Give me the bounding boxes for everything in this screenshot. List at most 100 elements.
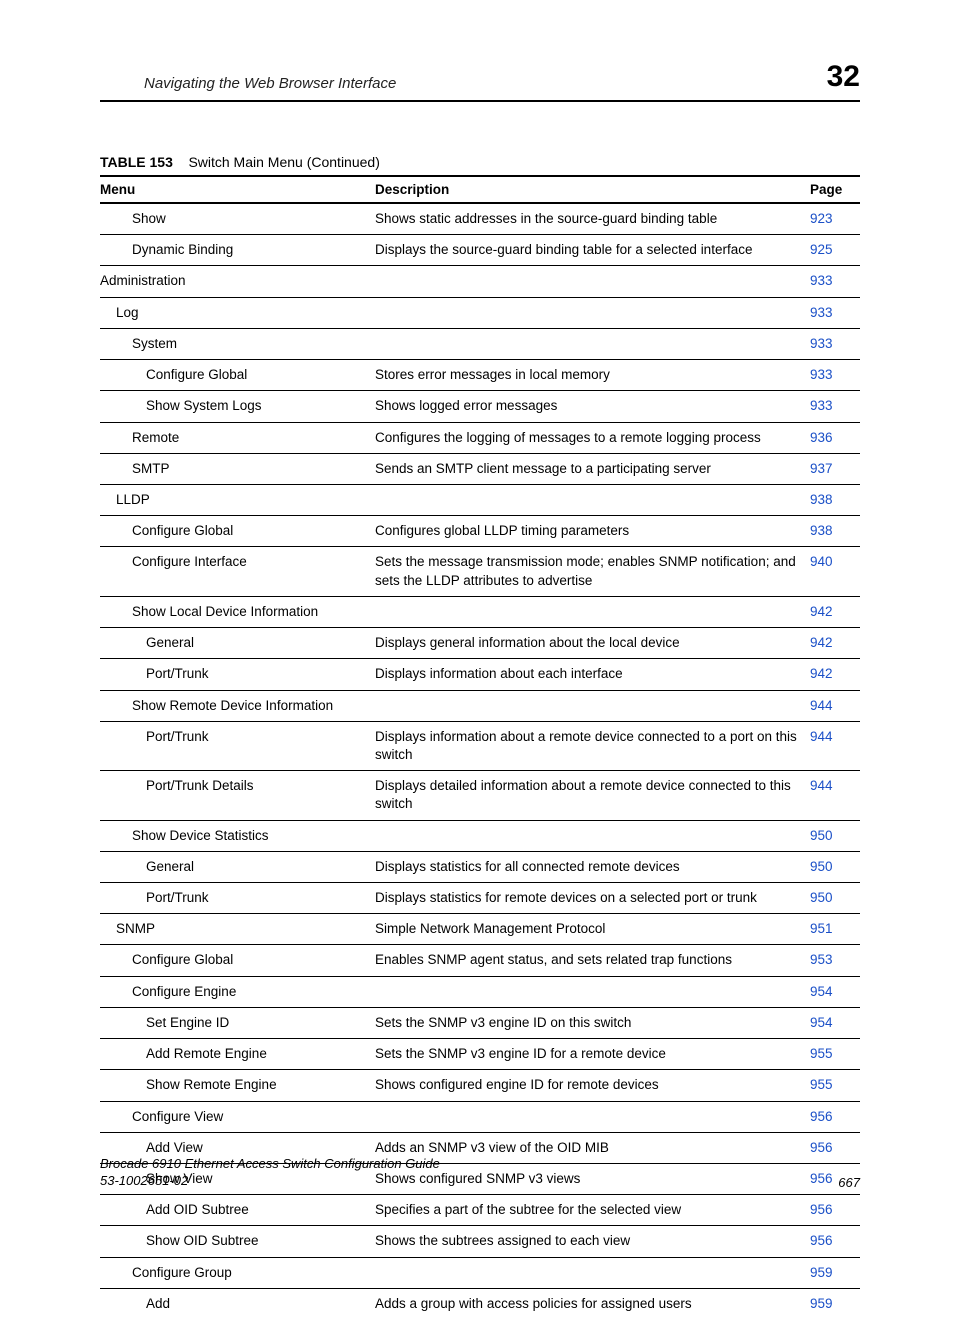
table-row: Configure Engine954 [100,976,860,1007]
page-link[interactable]: 955 [810,1039,860,1070]
page-link[interactable]: 950 [810,820,860,851]
menu-cell: Port/Trunk Details [100,771,375,820]
description-cell: Sets the message transmission mode; enab… [375,547,810,596]
menu-cell: Show Local Device Information [100,596,375,627]
description-cell: Displays general information about the l… [375,628,810,659]
menu-cell: Show Remote Device Information [100,690,375,721]
description-cell: Configures global LLDP timing parameters [375,516,810,547]
page-link[interactable]: 942 [810,659,860,690]
table-row: Show Local Device Information 942 [100,596,860,627]
page-link[interactable]: 944 [810,771,860,820]
menu-table: Menu Description Page ShowShows static a… [100,175,860,1319]
menu-cell: Add OID Subtree [100,1195,375,1226]
page-link[interactable]: 925 [810,235,860,266]
running-header-title: Navigating the Web Browser Interface [100,75,396,92]
description-cell [375,820,810,851]
menu-cell: Administration [100,266,375,297]
menu-cell: System [100,328,375,359]
page-link[interactable]: 933 [810,328,860,359]
page-link[interactable]: 953 [810,945,860,976]
table-row: Log 933 [100,297,860,328]
page-link[interactable]: 942 [810,628,860,659]
menu-cell: Port/Trunk [100,883,375,914]
menu-cell: Log [100,297,375,328]
table-row: SNMPSimple Network Management Protocol95… [100,914,860,945]
page-header: Navigating the Web Browser Interface 32 [100,62,860,102]
page-link[interactable]: 940 [810,547,860,596]
table-caption: TABLE 153 Switch Main Menu (Continued) [100,154,860,170]
table-row: Port/TrunkDisplays information about eac… [100,659,860,690]
menu-cell: Show OID Subtree [100,1226,375,1257]
description-cell [375,976,810,1007]
table-title: Switch Main Menu (Continued) [188,154,379,170]
page-link[interactable]: 937 [810,453,860,484]
description-cell [375,328,810,359]
page-link[interactable]: 923 [810,203,860,235]
description-cell [375,484,810,515]
table-row: Port/TrunkDisplays statistics for remote… [100,883,860,914]
page-link[interactable]: 956 [810,1226,860,1257]
description-cell: Displays information about each interfac… [375,659,810,690]
footer-doc-info: Brocade 6910 Ethernet Access Switch Conf… [100,1155,440,1190]
table-row: SMTPSends an SMTP client message to a pa… [100,453,860,484]
footer-page-number: 667 [838,1175,860,1190]
table-label: TABLE 153 [100,154,173,170]
page-link[interactable]: 944 [810,721,860,770]
description-cell [375,1257,810,1288]
page-link[interactable]: 956 [810,1195,860,1226]
footer-doc-number: 53-1002651-02 [100,1173,188,1188]
page-link[interactable]: 950 [810,851,860,882]
page-link[interactable]: 954 [810,976,860,1007]
menu-cell: Show Remote Engine [100,1070,375,1101]
table-row: Show Device Statistics950 [100,820,860,851]
page-link[interactable]: 938 [810,484,860,515]
table-row: Configure InterfaceSets the message tran… [100,547,860,596]
page-link[interactable]: 955 [810,1070,860,1101]
page-link[interactable]: 933 [810,391,860,422]
table-body: ShowShows static addresses in the source… [100,203,860,1319]
description-cell: Sends an SMTP client message to a partic… [375,453,810,484]
page-link[interactable]: 936 [810,422,860,453]
page-link[interactable]: 933 [810,297,860,328]
menu-cell: Set Engine ID [100,1007,375,1038]
page-link[interactable]: 933 [810,360,860,391]
page-link[interactable]: 959 [810,1257,860,1288]
page-link[interactable]: 933 [810,266,860,297]
page-link[interactable]: 942 [810,596,860,627]
page-link[interactable]: 944 [810,690,860,721]
table-row: GeneralDisplays statistics for all conne… [100,851,860,882]
menu-cell: Configure View [100,1101,375,1132]
page-link[interactable]: 959 [810,1288,860,1319]
description-cell: Shows the subtrees assigned to each view [375,1226,810,1257]
page-link[interactable]: 951 [810,914,860,945]
menu-cell: Add [100,1288,375,1319]
table-row: Dynamic BindingDisplays the source-guard… [100,235,860,266]
table-row: Set Engine IDSets the SNMP v3 engine ID … [100,1007,860,1038]
description-cell: Simple Network Management Protocol [375,914,810,945]
menu-cell: Port/Trunk [100,659,375,690]
table-row: System 933 [100,328,860,359]
menu-cell: LLDP [100,484,375,515]
menu-cell: Configure Global [100,516,375,547]
menu-cell: Configure Group [100,1257,375,1288]
page-link[interactable]: 938 [810,516,860,547]
page-footer: Brocade 6910 Ethernet Access Switch Conf… [100,1155,860,1190]
description-cell: Sets the SNMP v3 engine ID for a remote … [375,1039,810,1070]
col-header-description: Description [375,176,810,203]
description-cell [375,297,810,328]
menu-cell: SMTP [100,453,375,484]
menu-cell: Show [100,203,375,235]
description-cell: Adds a group with access policies for as… [375,1288,810,1319]
description-cell: Shows static addresses in the source-gua… [375,203,810,235]
page-link[interactable]: 954 [810,1007,860,1038]
table-row: Add Remote EngineSets the SNMP v3 engine… [100,1039,860,1070]
description-cell: Displays statistics for remote devices o… [375,883,810,914]
table-row: RemoteConfigures the logging of messages… [100,422,860,453]
page-link[interactable]: 950 [810,883,860,914]
menu-cell: Port/Trunk [100,721,375,770]
menu-cell: General [100,851,375,882]
table-row: GeneralDisplays general information abou… [100,628,860,659]
table-header-row: Menu Description Page [100,176,860,203]
page-link[interactable]: 956 [810,1101,860,1132]
table-row: Administration 933 [100,266,860,297]
